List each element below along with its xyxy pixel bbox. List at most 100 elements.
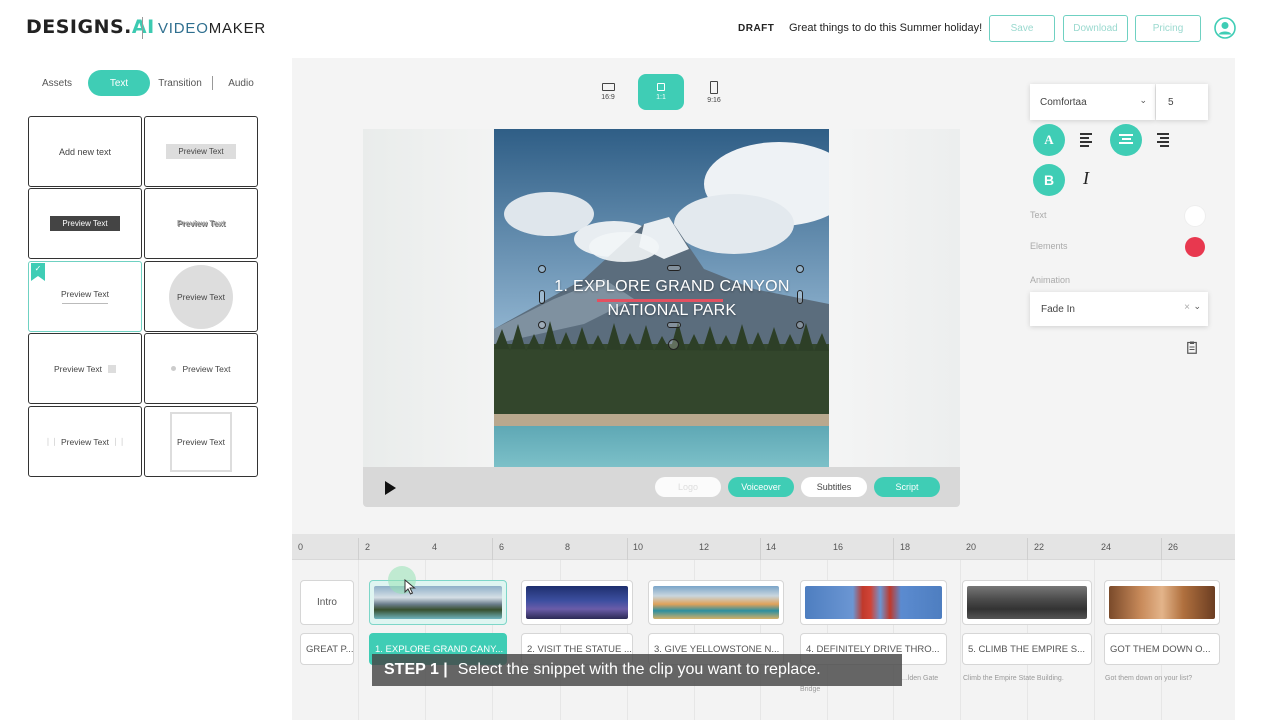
italic-icon[interactable]: I — [1083, 168, 1089, 189]
timeline-clip-3[interactable] — [648, 580, 784, 625]
sidebar-tabs: Assets Text Transition Audio — [26, 70, 276, 96]
player-controls: Logo Voiceover Subtitles Script — [363, 467, 960, 507]
text-color-swatch[interactable] — [1185, 206, 1205, 226]
checkmark-ribbon-icon: ✓ — [31, 263, 45, 281]
ratio-16-9-button[interactable]: 16:9 — [585, 74, 631, 110]
font-a-icon: A — [1044, 132, 1054, 147]
resize-handle-top-left[interactable] — [538, 265, 546, 273]
text-style-card-selected[interactable]: ✓ Preview Text — [28, 261, 142, 332]
draft-badge: DRAFT — [738, 23, 775, 34]
left-panel: Assets Text Transition Audio Add new tex… — [0, 58, 292, 720]
chevron-down-icon: ⌄ — [1139, 95, 1147, 105]
tutorial-caption: STEP 1 | Select the snippet with the cli… — [372, 654, 902, 686]
portrait-icon — [710, 80, 718, 94]
script-button[interactable]: Script — [874, 477, 940, 497]
add-new-text-card[interactable]: Add new text — [28, 116, 142, 187]
square-icon — [657, 83, 665, 91]
subtitles-button[interactable]: Subtitles — [801, 477, 867, 497]
card-label: Preview Text — [170, 411, 232, 472]
tab-assets[interactable]: Assets — [26, 70, 88, 96]
intro-clip[interactable]: Intro — [300, 580, 354, 625]
selection-box[interactable] — [538, 265, 804, 350]
resize-handle-top-right[interactable] — [796, 265, 804, 273]
clear-icon[interactable]: × — [1184, 302, 1190, 313]
timeline-text-snippet-5[interactable]: 5. CLIMB THE EMPIRE S... — [962, 633, 1092, 665]
text-style-card[interactable]: ❘❘ Preview Text ❘❘ — [28, 406, 142, 477]
user-circle-icon[interactable] — [1214, 17, 1236, 39]
intro-text-snippet[interactable]: GREAT P... — [300, 633, 354, 665]
clip-thumbnail — [1109, 586, 1215, 619]
font-size-input[interactable]: 5 — [1156, 84, 1208, 120]
timeline-clip-6[interactable] — [1104, 580, 1220, 625]
text-style-card[interactable]: Preview Text — [144, 116, 258, 187]
tab-divider — [212, 76, 213, 90]
caption-text: Select the snippet with the clip you wan… — [457, 661, 821, 678]
text-style-card[interactable]: Preview Text — [144, 188, 258, 259]
chevron-down-icon: ⌄ — [1193, 301, 1201, 311]
download-button[interactable]: Download — [1063, 15, 1128, 42]
text-color-label: Text — [1030, 210, 1047, 220]
timeline-clip-2[interactable] — [521, 580, 633, 625]
quote-close-icon: ❘❘ — [112, 437, 126, 446]
bold-button[interactable]: B — [1033, 164, 1065, 196]
clip-thumbnail — [967, 586, 1087, 619]
card-label: Add new text — [58, 146, 112, 157]
resize-handle-bottom-left[interactable] — [538, 321, 546, 329]
logo-button[interactable]: Logo — [655, 477, 721, 497]
align-right-icon[interactable] — [1157, 133, 1173, 147]
text-style-card[interactable]: Preview Text — [28, 333, 142, 404]
tab-text[interactable]: Text — [88, 70, 150, 96]
caption-step: STEP 1 | — [384, 661, 448, 678]
resize-handle-top[interactable] — [667, 265, 681, 271]
tab-transition[interactable]: Transition — [150, 70, 210, 96]
voiceover-button[interactable]: Voiceover — [728, 477, 794, 497]
resize-handle-left[interactable] — [539, 290, 545, 304]
align-center-button[interactable] — [1110, 124, 1142, 156]
resize-handle-right[interactable] — [797, 290, 803, 304]
card-label: Preview Text — [169, 264, 233, 329]
align-center-icon — [1119, 134, 1133, 146]
clip-thumbnail — [653, 586, 779, 619]
play-icon[interactable] — [385, 481, 396, 495]
text-style-card[interactable]: Preview Text — [28, 188, 142, 259]
clip-subtitle: Bridge — [800, 686, 821, 693]
tab-audio[interactable]: Audio — [214, 70, 268, 96]
ratio-1-1-button[interactable]: 1:1 — [638, 74, 684, 110]
dot-decoration — [171, 366, 177, 371]
animation-label: Animation — [1030, 275, 1071, 285]
resize-handle-bottom-right[interactable] — [796, 321, 804, 329]
timeline-ruler[interactable]: 0 2 4 6 8 10 12 14 16 18 20 22 24 26 — [292, 534, 1235, 560]
ratio-9-16-button[interactable]: 9:16 — [691, 74, 737, 110]
clip-subtitle: Got them down on your list? — [1105, 675, 1193, 682]
video-preview[interactable]: 1. EXPLORE GRAND CANYON NATIONAL PARK — [494, 129, 829, 467]
project-title[interactable]: Great things to do this Summer holiday! — [789, 22, 982, 34]
text-color-button[interactable]: A — [1033, 124, 1065, 156]
clip-subtitle: ...lden Gate — [902, 675, 939, 682]
timeline-text-snippet-6[interactable]: GOT THEM DOWN O... — [1104, 633, 1220, 665]
quote-open-icon: ❘❘ — [44, 437, 58, 446]
card-label: Preview Text — [53, 363, 103, 374]
card-label: Preview Text — [50, 216, 120, 231]
clipboard-icon[interactable] — [1187, 341, 1197, 354]
clip-thumbnail — [526, 586, 628, 619]
properties-panel: Comfortaa ⌄ 5 A B I Text Elements Animat… — [1010, 58, 1235, 534]
timeline-clip-4[interactable] — [800, 580, 947, 625]
resize-handle-bottom[interactable] — [667, 322, 681, 328]
text-style-card[interactable]: Preview Text — [144, 333, 258, 404]
text-style-card[interactable]: Preview Text — [144, 261, 258, 332]
text-style-card[interactable]: Preview Text — [144, 406, 258, 477]
designs-ai-logo[interactable]: DESIGNS.AI — [26, 16, 155, 38]
rotate-handle-icon[interactable] — [668, 339, 679, 350]
card-label: Preview Text — [60, 436, 110, 447]
font-family-select[interactable]: Comfortaa ⌄ — [1030, 84, 1155, 120]
card-label: Preview Text — [166, 144, 236, 159]
align-left-icon[interactable] — [1080, 133, 1096, 147]
animation-select[interactable]: Fade In × ⌄ — [1030, 292, 1208, 326]
pricing-button[interactable]: Pricing — [1135, 15, 1201, 42]
timeline: 0 2 4 6 8 10 12 14 16 18 20 22 24 26 Int… — [292, 534, 1235, 720]
elements-color-label: Elements — [1030, 241, 1068, 251]
square-decoration — [108, 364, 117, 373]
elements-color-swatch[interactable] — [1185, 237, 1205, 257]
timeline-clip-5[interactable] — [962, 580, 1092, 625]
save-button[interactable]: Save — [989, 15, 1055, 42]
